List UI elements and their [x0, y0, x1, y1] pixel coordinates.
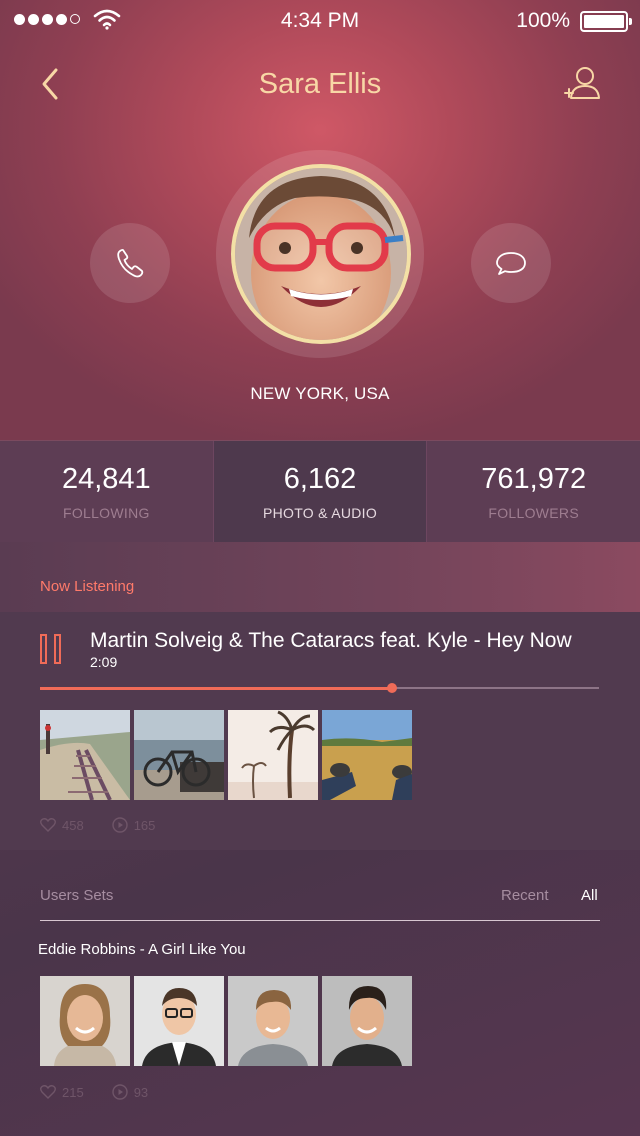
pause-button[interactable]: [40, 634, 64, 666]
track-time: 2:09: [90, 654, 118, 670]
progress-handle[interactable]: [387, 683, 398, 693]
now-listening-label: Now Listening: [40, 578, 135, 595]
tab-all[interactable]: All: [581, 887, 598, 904]
pause-icon: [40, 634, 47, 664]
call-button[interactable]: [90, 223, 170, 303]
stats-bar: 24,841 FOLLOWING 6,162 PHOTO & AUDIO 761…: [0, 440, 640, 543]
user-portrait: [40, 976, 130, 1066]
now-listening-header: Now Listening: [0, 542, 640, 612]
field-photo: [322, 710, 412, 800]
heart-icon: [40, 1085, 56, 1099]
users-sets-label: Users Sets: [40, 887, 114, 904]
photo-thumb[interactable]: [40, 710, 130, 800]
sets-meta: 215 93: [40, 1084, 148, 1100]
stat-label: FOLLOWING: [62, 505, 150, 521]
railway-photo: [40, 710, 130, 800]
listen-meta: 458 165: [40, 817, 155, 833]
stat-following[interactable]: 24,841 FOLLOWING: [0, 441, 213, 543]
photo-thumb[interactable]: [134, 710, 224, 800]
play-circle-icon: [112, 1084, 128, 1100]
photo-strip: [40, 710, 440, 800]
user-thumb[interactable]: [40, 976, 130, 1066]
heart-icon: [40, 818, 56, 832]
stat-value: 761,972: [481, 463, 587, 495]
tab-recent[interactable]: Recent: [501, 887, 549, 904]
stat-label: PHOTO & AUDIO: [262, 505, 378, 521]
users-strip: [40, 976, 440, 1066]
avatar[interactable]: [231, 164, 411, 344]
battery-percent: 100%: [516, 9, 570, 32]
user-portrait: [134, 976, 224, 1066]
chat-bubble-icon: [496, 252, 526, 275]
likes-count[interactable]: 458: [40, 817, 84, 833]
set-title[interactable]: Eddie Robbins - A Girl Like You: [38, 941, 246, 958]
status-bar: 4:34 PM 100%: [0, 0, 640, 40]
user-portrait: [322, 976, 412, 1066]
stat-photo-audio[interactable]: 6,162 PHOTO & AUDIO: [212, 441, 427, 543]
stat-label: FOLLOWERS: [488, 505, 579, 521]
track-progress[interactable]: [40, 683, 599, 693]
battery-icon: [580, 11, 632, 32]
photo-thumb[interactable]: [228, 710, 318, 800]
photo-thumb[interactable]: [322, 710, 412, 800]
page-title: Sara Ellis: [258, 68, 382, 100]
pause-icon: [54, 634, 61, 664]
stat-value: 6,162: [283, 463, 357, 495]
stat-value: 24,841: [61, 463, 151, 495]
location-label: NEW YORK, USA: [250, 384, 390, 403]
child-portrait: [235, 168, 407, 340]
play-circle-icon: [112, 817, 128, 833]
plays-count[interactable]: 165: [112, 817, 155, 833]
users-sets-section: Users Sets Recent All Eddie Robbins - A …: [0, 850, 640, 1136]
now-listening-card: Martin Solveig & The Cataracs feat. Kyle…: [0, 612, 640, 850]
divider: [40, 920, 600, 921]
add-user-icon[interactable]: [563, 64, 603, 104]
user-thumb[interactable]: [322, 976, 412, 1066]
palm-tree-photo: [228, 710, 318, 800]
user-thumb[interactable]: [134, 976, 224, 1066]
profile-screen: 4:34 PM 100% Sara Ellis NEW YORK, USA 24…: [0, 0, 640, 1136]
phone-icon: [117, 248, 144, 278]
bicycle-photo: [134, 710, 224, 800]
plays-count[interactable]: 93: [112, 1084, 148, 1100]
track-title: Martin Solveig & The Cataracs feat. Kyle…: [90, 629, 572, 652]
stat-followers[interactable]: 761,972 FOLLOWERS: [426, 441, 640, 543]
likes-count[interactable]: 215: [40, 1084, 84, 1100]
user-portrait: [228, 976, 318, 1066]
user-thumb[interactable]: [228, 976, 318, 1066]
progress-fill: [40, 687, 393, 690]
profile-header: 4:34 PM 100% Sara Ellis NEW YORK, USA: [0, 0, 640, 440]
message-button[interactable]: [471, 223, 551, 303]
